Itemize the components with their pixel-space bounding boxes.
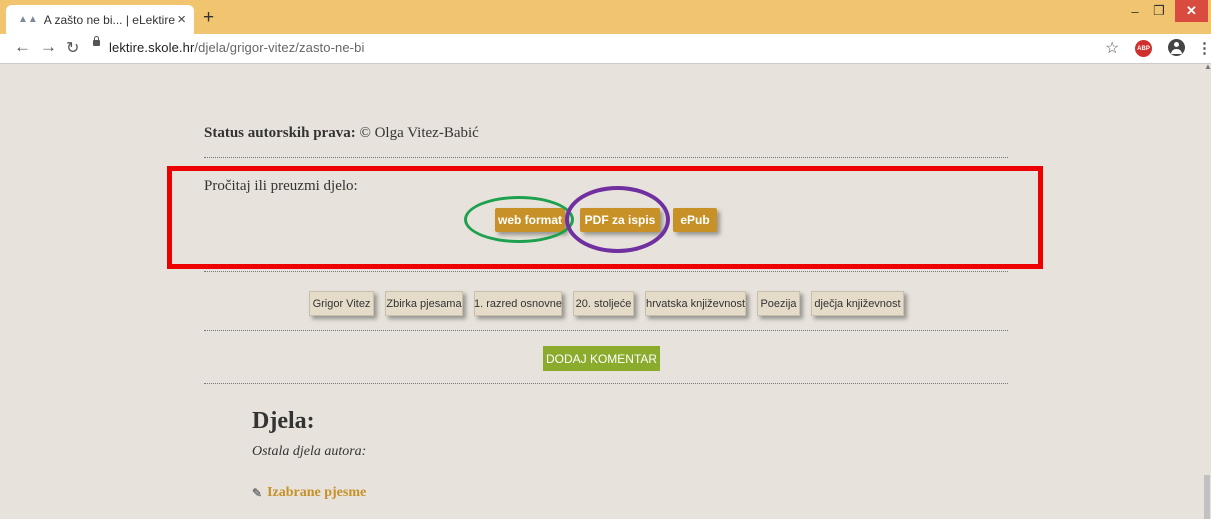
- adblock-plus-icon[interactable]: ABP: [1135, 40, 1152, 57]
- back-arrow-icon[interactable]: ←: [14, 37, 31, 57]
- tag-genre[interactable]: Poezija: [757, 291, 800, 316]
- profile-avatar-icon[interactable]: [1168, 39, 1185, 56]
- minimize-window-icon[interactable]: –: [1124, 0, 1146, 22]
- tab-title: A zašto ne bi... | eLektire: [43, 12, 175, 27]
- restore-window-icon[interactable]: ❐: [1148, 0, 1170, 22]
- works-subtitle: Ostala djela autora:: [252, 444, 367, 459]
- green-highlight-ring: [464, 196, 574, 243]
- browser-tab[interactable]: ▲▲ A zašto ne bi... | eLektire ×: [6, 5, 194, 34]
- add-comment-button[interactable]: DODAJ KOMENTAR: [543, 346, 660, 371]
- copyright-status-label: Status autorskih prava:: [204, 125, 356, 141]
- browser-toolbar: ← → ↻ lektire.skole.hr/djela/grigor-vite…: [0, 34, 1211, 64]
- divider: [204, 157, 1008, 158]
- tag-collection[interactable]: Zbirka pjesama: [385, 291, 463, 316]
- scrollbar-thumb[interactable]: [1204, 475, 1210, 519]
- reload-icon[interactable]: ↻: [66, 38, 79, 58]
- divider: [204, 271, 1008, 272]
- purple-highlight-ring: [565, 186, 670, 253]
- divider: [204, 330, 1008, 331]
- scroll-up-arrow-icon[interactable]: ▲: [1204, 62, 1211, 71]
- bookmark-star-icon[interactable]: ☆: [1105, 38, 1119, 58]
- menu-kebab-icon[interactable]: ⋮: [1197, 39, 1211, 57]
- close-window-icon[interactable]: ✕: [1175, 0, 1208, 22]
- browser-titlebar: ▲▲ A zašto ne bi... | eLektire × + – ❐ ✕: [0, 0, 1211, 34]
- new-tab-button[interactable]: +: [203, 7, 214, 29]
- tag-literature[interactable]: hrvatska književnost: [645, 291, 746, 316]
- work-link-label[interactable]: Izabrane pjesme: [267, 485, 366, 501]
- copyright-status-value: © Olga Vitez-Babić: [359, 125, 479, 141]
- forward-arrow-icon[interactable]: →: [40, 37, 57, 57]
- work-link-item[interactable]: ✎ Izabrane pjesme: [252, 485, 366, 501]
- book-favicon-icon: ▲▲: [18, 14, 38, 25]
- copyright-status: Status autorskih prava: © Olga Vitez-Bab…: [204, 125, 479, 142]
- tag-children-literature[interactable]: dječja književnost: [811, 291, 904, 316]
- lock-icon[interactable]: [93, 36, 100, 46]
- url-path: /djela/grigor-vitez/zasto-ne-bi: [194, 40, 365, 55]
- url-domain: lektire.skole.hr: [109, 40, 195, 55]
- close-tab-icon[interactable]: ×: [177, 11, 186, 28]
- tag-grade[interactable]: 1. razred osnovne: [474, 291, 562, 316]
- tag-century[interactable]: 20. stoljeće: [573, 291, 634, 316]
- pencil-icon: ✎: [252, 485, 263, 500]
- divider: [204, 383, 1008, 384]
- works-heading: Djela:: [252, 408, 315, 434]
- tag-author[interactable]: Grigor Vitez: [309, 291, 374, 316]
- address-bar[interactable]: lektire.skole.hr/djela/grigor-vitez/zast…: [109, 40, 364, 55]
